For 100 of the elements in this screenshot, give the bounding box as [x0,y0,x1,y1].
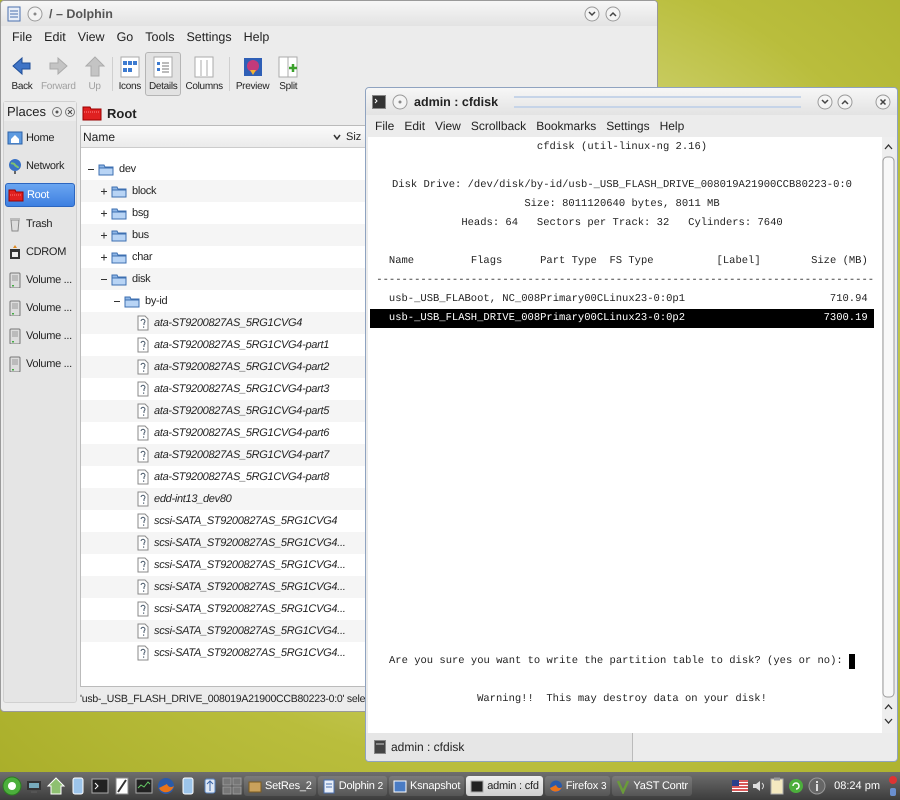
close-icon[interactable] [65,106,76,116]
menu-item[interactable]: Edit [399,119,430,133]
file-name[interactable]: scsi-SATA_ST9200827AS_5RG1CVG4... [154,603,346,615]
menu-item[interactable]: Help [654,119,690,133]
file-name[interactable]: ata-ST9200827AS_5RG1CVG4-part8 [154,471,330,483]
file-name[interactable]: ata-ST9200827AS_5RG1CVG4-part2 [154,361,330,373]
file-name[interactable]: block [132,185,156,197]
file-name[interactable]: char [132,251,152,263]
terminal-icon[interactable] [372,94,386,108]
terminal-icon[interactable] [90,776,110,796]
toolbar-button[interactable]: Details [144,52,182,96]
file-name[interactable]: ata-ST9200827AS_5RG1CVG4-part3 [154,383,330,395]
menu-item[interactable]: Go [110,30,140,44]
file-name[interactable]: scsi-SATA_ST9200827AS_5RG1CVG4... [154,647,346,659]
file-name[interactable]: bsg [132,207,149,219]
partition-row[interactable]: usb-_USB_FLABoot, NC_008Primary00CLinux23-0:0p1 710.94 [370,290,874,309]
taskbar-button[interactable]: YaST Contr [612,776,692,796]
menu-item[interactable]: File [6,30,38,44]
unknown-file-icon [137,601,149,617]
start-menu-icon[interactable] [2,776,22,796]
file-name[interactable]: ata-ST9200827AS_5RG1CVG4-part1 [154,339,330,351]
file-name[interactable]: disk [132,273,150,285]
toolbar-button[interactable]: Icons [114,52,145,96]
places-item[interactable]: Trash [5,213,75,235]
pager-icon[interactable] [222,776,242,796]
expand-icon[interactable] [100,230,108,240]
minimize-button-icon[interactable] [817,94,833,110]
hard-drive-icon [7,328,23,344]
file-name[interactable]: dev [119,163,136,175]
speaker-icon[interactable] [752,779,766,793]
menu-item[interactable]: Help [238,30,276,44]
places-item[interactable]: Home [5,127,75,149]
expand-icon[interactable] [100,208,108,218]
menu-item[interactable]: View [72,30,111,44]
places-item[interactable]: Volume ... [5,325,75,347]
house-icon[interactable] [46,776,66,796]
file-name[interactable]: ata-ST9200827AS_5RG1CVG4-part5 [154,405,330,417]
taskbar-button[interactable]: Firefox 3 [544,776,610,796]
column-header[interactable]: Siz [346,130,362,142]
file-name[interactable]: scsi-SATA_ST9200827AS_5RG1CVG4... [154,581,346,593]
toolbar-button[interactable]: Columns [181,52,227,96]
maximize-button-icon[interactable] [605,6,621,22]
menu-item[interactable]: View [430,119,466,133]
file-name[interactable]: scsi-SATA_ST9200827AS_5RG1CVG4... [154,625,346,637]
expand-icon[interactable] [100,252,108,262]
breadcrumb-item[interactable]: Root [107,106,137,120]
file-name[interactable]: edd-int13_dev80 [154,493,232,505]
file-name[interactable]: ata-ST9200827AS_5RG1CVG4-part7 [154,449,330,461]
flag-icon[interactable] [732,780,748,792]
taskbar-button[interactable]: Dolphin 2 [318,776,387,796]
trash-can-icon [7,216,23,232]
menu-item[interactable]: Settings [180,30,238,44]
file-name[interactable]: scsi-SATA_ST9200827AS_5RG1CVG4 [154,515,338,527]
monitor-graph-icon[interactable] [134,776,154,796]
info-icon[interactable] [808,777,826,795]
menu-item[interactable]: Scrollback [466,119,532,133]
taskbar-button[interactable]: admin : cfd [466,776,543,796]
taskbar-button[interactable]: Ksnapshot [389,776,464,796]
menu-item[interactable]: Bookmarks [531,119,602,133]
unknown-file-icon [137,381,149,397]
toolbar-button[interactable]: Preview [232,52,274,96]
window-title: / – Dolphin [49,6,113,20]
taskbar-button[interactable]: SetRes_2 [244,776,316,796]
file-name[interactable]: bus [132,229,149,241]
sort-caret-icon[interactable] [333,134,341,140]
window-menu-icon[interactable] [7,6,21,22]
file-name[interactable]: ata-ST9200827AS_5RG1CVG4 [154,317,302,329]
detach-button-icon[interactable] [52,106,62,116]
places-item[interactable]: Volume ... [5,297,75,319]
file-name[interactable]: by-id [145,295,168,307]
expand-icon[interactable] [100,186,108,196]
places-item[interactable]: Network [5,155,75,177]
pin-button-icon[interactable] [392,94,408,110]
minimize-button-icon[interactable] [584,6,600,22]
file-name[interactable]: scsi-SATA_ST9200827AS_5RG1CVG4... [154,537,346,549]
notification-icon[interactable] [888,774,898,798]
maximize-button-icon[interactable] [837,94,853,110]
detail-list-icon [152,56,174,78]
pin-button-icon[interactable] [27,6,43,22]
clock[interactable]: 08:24 pm [830,780,884,792]
terminal-text: cfdisk (util-linux-ng 2.16) [536,140,708,155]
partition-row[interactable]: usb-_USB_FLASH_DRIVE_008Primary00CLinux23-0:0p2 7300.19 [370,309,874,328]
file-name[interactable]: scsi-SATA_ST9200827AS_5RG1CVG4... [154,559,346,571]
places-item[interactable]: CDROM [5,241,75,263]
places-item[interactable]: Volume ... [5,269,75,291]
menu-item[interactable]: Tools [139,30,180,44]
column-header[interactable]: Name [83,130,333,144]
menu-item[interactable]: Settings [601,119,655,133]
file-name[interactable]: ata-ST9200827AS_5RG1CVG4-part6 [154,427,330,439]
toolbar-button[interactable]: Split [273,52,304,96]
toolbar-button[interactable]: Back [7,52,37,96]
terminal-tab[interactable]: admin : cfdisk [366,733,633,761]
status-text: 'usb-_USB_FLASH_DRIVE_008019A21900CCB80223-0:0' sele [80,693,366,705]
update-icon[interactable] [788,778,804,794]
app-icon [470,778,484,794]
places-item[interactable]: Volume ... [5,353,75,375]
menu-item[interactable]: File [370,119,400,133]
menu-item[interactable]: Edit [38,30,72,44]
close-icon[interactable] [875,94,891,110]
clipboard-icon[interactable] [770,777,784,795]
